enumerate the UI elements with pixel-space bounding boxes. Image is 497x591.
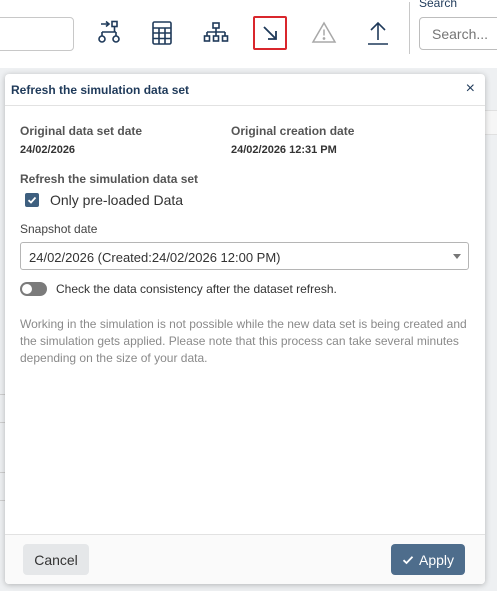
only-preloaded-option[interactable]: Only pre-loaded Data — [25, 192, 183, 208]
only-preloaded-label: Only pre-loaded Data — [50, 192, 184, 208]
org-chart-button[interactable] — [199, 16, 233, 50]
snapshot-date-label: Snapshot date — [20, 222, 98, 236]
toggle-knob — [22, 284, 32, 294]
checkmark-icon — [27, 196, 37, 204]
dialog-footer: Cancel Apply — [5, 534, 485, 584]
creation-date-label: Original creation date — [231, 124, 355, 138]
original-date-label: Original data set date — [20, 124, 143, 138]
upload-button[interactable] — [361, 16, 395, 50]
hierarchy-arrow-icon — [98, 20, 120, 43]
only-preloaded-checkbox[interactable] — [25, 193, 39, 207]
warning-button[interactable] — [307, 16, 341, 50]
snapshot-date-select[interactable]: 24/02/2026 (Created:24/02/2026 12:00 PM) — [20, 242, 469, 270]
search-input[interactable] — [419, 17, 497, 50]
close-icon[interactable]: × — [466, 80, 475, 98]
dialog-header: Refresh the simulation data set × — [5, 74, 485, 106]
warning-icon — [311, 21, 337, 43]
consistency-check-option[interactable]: Check the data consistency after the dat… — [20, 282, 337, 296]
original-date-value: 24/02/2026 — [20, 144, 76, 156]
refresh-section-label: Refresh the simulation data set — [20, 172, 199, 186]
refresh-dialog: Refresh the simulation data set × Origin… — [5, 74, 485, 584]
calculator-button[interactable] — [145, 16, 179, 50]
caret-down-icon — [453, 254, 461, 259]
apply-label: Apply — [418, 551, 455, 568]
check-icon — [402, 555, 414, 564]
toolbar-text-input[interactable] — [0, 17, 74, 51]
arrow-down-right-icon — [263, 26, 277, 40]
toolbar-separator — [409, 2, 410, 54]
toolbar: Search — [0, 0, 497, 68]
hierarchy-arrow-button[interactable] — [92, 16, 126, 50]
search-label: Search — [419, 0, 458, 10]
calculator-icon — [152, 21, 172, 45]
dialog-title: Refresh the simulation data set — [11, 83, 190, 97]
refresh-data-button[interactable] — [253, 16, 287, 50]
info-text: Working in the simulation is not possibl… — [20, 317, 467, 365]
consistency-check-label: Check the data consistency after the dat… — [56, 282, 337, 296]
upload-icon — [368, 21, 388, 45]
org-chart-icon — [203, 22, 229, 42]
cancel-button[interactable]: Cancel — [23, 544, 89, 575]
creation-date-value: 24/02/2026 12:31 PM — [231, 144, 337, 156]
background-row — [483, 110, 497, 135]
apply-button[interactable]: Apply — [391, 544, 465, 575]
snapshot-date-value: 24/02/2026 (Created:24/02/2026 12:00 PM) — [29, 250, 281, 265]
consistency-check-toggle[interactable] — [20, 282, 47, 296]
